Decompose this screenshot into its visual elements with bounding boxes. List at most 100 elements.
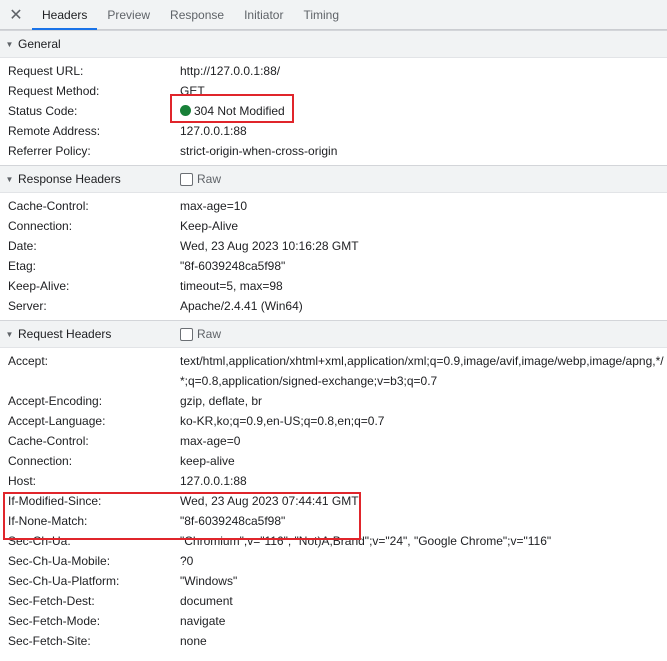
header-row: Keep-Alive: timeout=5, max=98 <box>0 276 667 296</box>
tab-timing[interactable]: Timing <box>293 1 349 29</box>
request-headers-title: Request Headers <box>18 327 112 341</box>
tab-initiator[interactable]: Initiator <box>234 1 293 29</box>
header-value[interactable]: max-age=0 <box>180 431 667 451</box>
status-code-value[interactable]: 304 Not Modified <box>180 101 667 121</box>
header-row: Remote Address: 127.0.0.1:88 <box>0 121 667 141</box>
devtools-tab-bar: ✕ Headers Preview Response Initiator Tim… <box>0 0 667 30</box>
header-value[interactable]: "Windows" <box>180 571 667 591</box>
header-key: Etag: <box>8 259 37 273</box>
header-value[interactable]: Apache/2.4.41 (Win64) <box>180 296 667 316</box>
header-key: Remote Address: <box>8 124 101 138</box>
close-icon[interactable]: ✕ <box>0 0 32 29</box>
header-row: Sec-Fetch-Dest: document <box>0 591 667 611</box>
response-headers-title: Response Headers <box>18 172 121 186</box>
header-key: Sec-Ch-Ua-Platform: <box>8 574 120 588</box>
tab-response[interactable]: Response <box>160 1 234 29</box>
header-row: If-Modified-Since: Wed, 23 Aug 2023 07:4… <box>0 491 667 511</box>
header-value[interactable]: Keep-Alive <box>180 216 667 236</box>
header-key: Server: <box>8 299 47 313</box>
header-value[interactable]: text/html,application/xhtml+xml,applicat… <box>180 351 667 391</box>
header-key: Sec-Ch-Ua: <box>8 534 71 548</box>
header-value[interactable]: keep-alive <box>180 451 667 471</box>
raw-label: Raw <box>197 172 222 186</box>
header-key: Keep-Alive: <box>8 279 70 293</box>
general-section-title: General <box>18 37 61 51</box>
raw-checkbox[interactable] <box>180 172 193 186</box>
raw-toggle[interactable]: Raw <box>180 166 221 192</box>
header-row: Date: Wed, 23 Aug 2023 10:16:28 GMT <box>0 236 667 256</box>
header-row: Connection: keep-alive <box>0 451 667 471</box>
status-dot-icon <box>180 105 191 116</box>
header-value[interactable]: 127.0.0.1:88 <box>180 471 667 491</box>
header-key: Accept-Encoding: <box>8 394 103 408</box>
header-row: Sec-Fetch-Site: none <box>0 631 667 651</box>
collapse-triangle-icon: ▼ <box>5 174 14 184</box>
header-value[interactable]: timeout=5, max=98 <box>180 276 667 296</box>
raw-toggle[interactable]: Raw <box>180 321 221 347</box>
header-value[interactable]: http://127.0.0.1:88/ <box>180 61 667 81</box>
header-row: Connection: Keep-Alive <box>0 216 667 236</box>
header-row: If-None-Match: "8f-6039248ca5f98" <box>0 511 667 531</box>
tab-preview[interactable]: Preview <box>97 1 160 29</box>
header-value[interactable]: navigate <box>180 611 667 631</box>
header-key: Accept-Language: <box>8 414 106 428</box>
request-header-rows: Accept: text/html,application/xhtml+xml,… <box>0 348 667 655</box>
header-row: Sec-Ch-Ua-Mobile: ?0 <box>0 551 667 571</box>
header-value[interactable]: ko-KR,ko;q=0.9,en-US;q=0.8,en;q=0.7 <box>180 411 667 431</box>
general-rows: Request URL: http://127.0.0.1:88/ Reques… <box>0 58 667 165</box>
response-header-rows: Cache-Control: max-age=10 Connection: Ke… <box>0 193 667 320</box>
general-section-header[interactable]: ▼ General <box>0 30 667 58</box>
response-headers-section-header[interactable]: ▼ Response Headers Raw <box>0 165 667 193</box>
header-key: Sec-Fetch-Mode: <box>8 614 101 628</box>
header-row: Cache-Control: max-age=10 <box>0 196 667 216</box>
header-row: Cache-Control: max-age=0 <box>0 431 667 451</box>
header-row: Request Method: GET <box>0 81 667 101</box>
header-key: Accept: <box>8 354 49 368</box>
header-value[interactable]: ?0 <box>180 551 667 571</box>
raw-checkbox[interactable] <box>180 327 193 341</box>
header-key: Request Method: <box>8 84 100 98</box>
header-row: Sec-Ch-Ua-Platform: "Windows" <box>0 571 667 591</box>
collapse-triangle-icon: ▼ <box>5 39 14 49</box>
header-value[interactable]: none <box>180 631 667 651</box>
header-key: Host: <box>8 474 37 488</box>
header-value[interactable]: gzip, deflate, br <box>180 391 667 411</box>
header-key: Referrer Policy: <box>8 144 91 158</box>
tab-headers[interactable]: Headers <box>32 1 98 30</box>
header-value[interactable]: strict-origin-when-cross-origin <box>180 141 667 161</box>
header-key: Sec-Fetch-Site: <box>8 634 91 648</box>
header-value[interactable]: Wed, 23 Aug 2023 10:16:28 GMT <box>180 236 667 256</box>
header-value[interactable]: document <box>180 591 667 611</box>
header-key: Date: <box>8 239 37 253</box>
header-value[interactable]: GET <box>180 81 667 101</box>
header-row: Referrer Policy: strict-origin-when-cros… <box>0 141 667 161</box>
header-row: Sec-Ch-Ua: "Chromium";v="116", "Not)A;Br… <box>0 531 667 551</box>
header-value[interactable]: 127.0.0.1:88 <box>180 121 667 141</box>
header-value[interactable]: "8f-6039248ca5f98" <box>180 256 667 276</box>
header-value[interactable]: Wed, 23 Aug 2023 07:44:41 GMT <box>180 491 667 511</box>
request-headers-section-header[interactable]: ▼ Request Headers Raw <box>0 320 667 348</box>
header-value[interactable]: "8f-6039248ca5f98" <box>180 511 667 531</box>
header-key: Cache-Control: <box>8 434 89 448</box>
header-row: Accept: text/html,application/xhtml+xml,… <box>0 351 667 391</box>
header-key: Sec-Fetch-Dest: <box>8 594 95 608</box>
header-value[interactable]: "Chromium";v="116", "Not)A;Brand";v="24"… <box>180 531 667 551</box>
header-key: Status Code: <box>8 104 78 118</box>
header-row: Request URL: http://127.0.0.1:88/ <box>0 61 667 81</box>
header-row: Sec-Fetch-Mode: navigate <box>0 611 667 631</box>
status-code-text: 304 Not Modified <box>194 104 285 118</box>
header-key: Connection: <box>8 454 73 468</box>
header-row: Server: Apache/2.4.41 (Win64) <box>0 296 667 316</box>
header-value[interactable]: max-age=10 <box>180 196 667 216</box>
header-row: Accept-Encoding: gzip, deflate, br <box>0 391 667 411</box>
header-row: Etag: "8f-6039248ca5f98" <box>0 256 667 276</box>
header-row: Accept-Language: ko-KR,ko;q=0.9,en-US;q=… <box>0 411 667 431</box>
raw-label: Raw <box>197 327 222 341</box>
header-key: Cache-Control: <box>8 199 89 213</box>
header-key: If-Modified-Since: <box>8 494 102 508</box>
header-key: If-None-Match: <box>8 514 88 528</box>
header-row: Host: 127.0.0.1:88 <box>0 471 667 491</box>
header-key: Sec-Ch-Ua-Mobile: <box>8 554 111 568</box>
header-key: Connection: <box>8 219 73 233</box>
header-row: Status Code: 304 Not Modified <box>0 101 667 121</box>
